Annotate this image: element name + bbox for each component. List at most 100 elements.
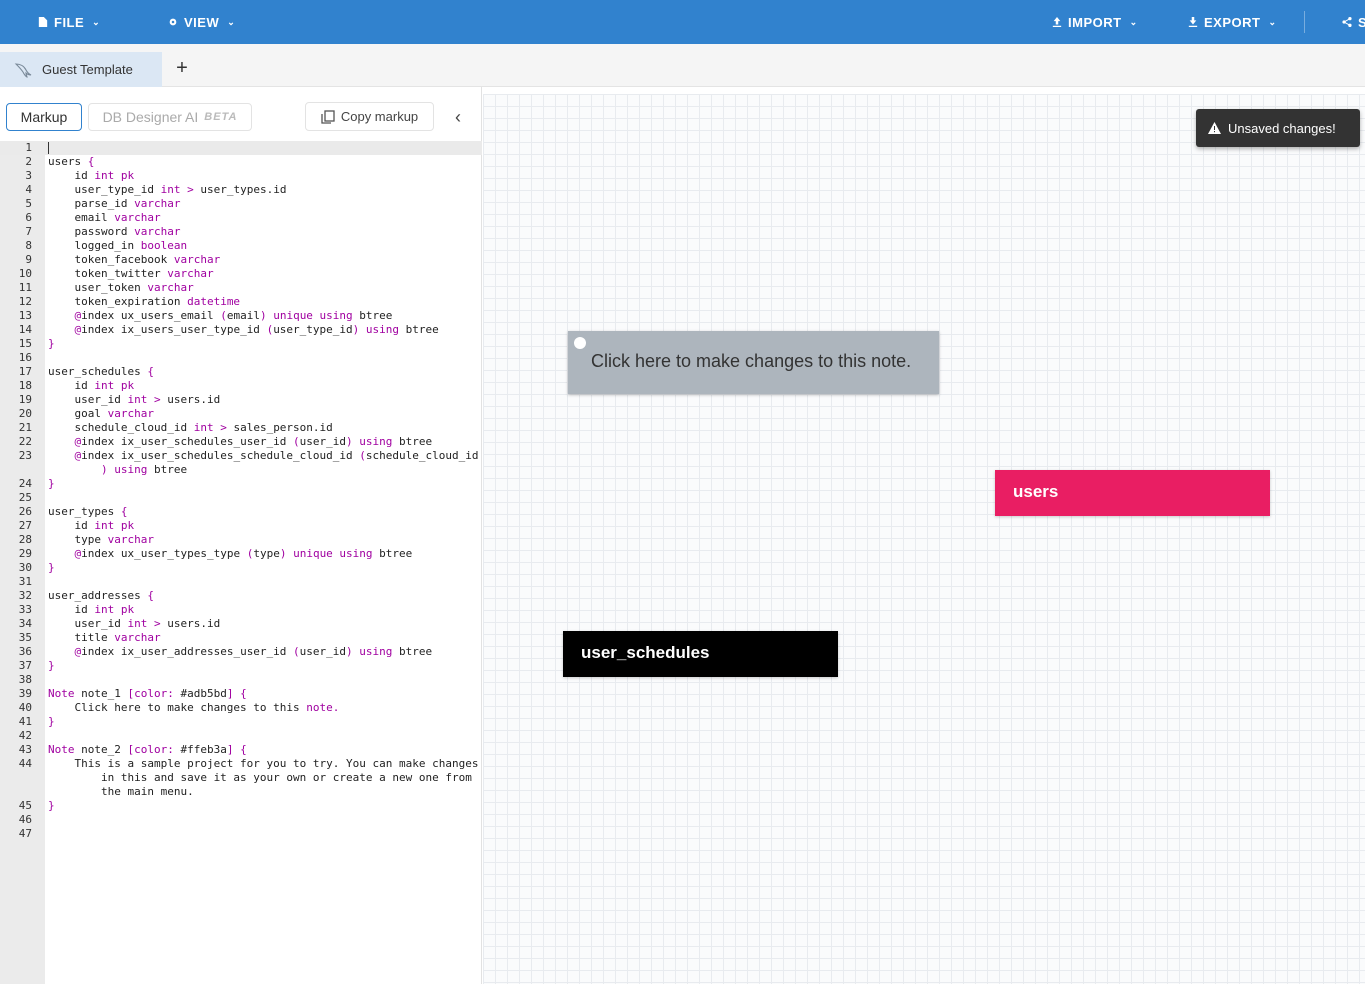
code-text: } <box>48 659 55 672</box>
code-line[interactable]: in this and save it as your own or creat… <box>0 771 482 785</box>
export-menu[interactable]: EXPORT ⌄ <box>1188 0 1277 44</box>
code-line[interactable]: 15} <box>0 337 482 351</box>
code-line[interactable]: the main menu. <box>0 785 482 799</box>
code-line[interactable]: 36 @index ix_user_addresses_user_id (use… <box>0 645 482 659</box>
code-line[interactable]: 26 user_types { <box>0 505 482 519</box>
code-line[interactable]: 28 type varchar <box>0 533 482 547</box>
code-line[interactable]: 37} <box>0 659 482 673</box>
file-menu[interactable]: FILE ⌄ <box>38 0 100 44</box>
line-number: 35 <box>18 631 32 644</box>
code-line[interactable]: 34 user_id int > users.id <box>0 617 482 631</box>
tab-label: Guest Template <box>42 62 133 77</box>
share-menu[interactable]: S <box>1342 0 1365 44</box>
chevron-down-icon: ⌄ <box>227 16 236 27</box>
code-line[interactable]: 41} <box>0 715 482 729</box>
code-line[interactable]: 5 parse_id varchar <box>0 197 482 211</box>
line-number: 10 <box>18 267 32 280</box>
code-line[interactable]: 27 id int pk <box>0 519 482 533</box>
code-line[interactable]: 10 token_twitter varchar <box>0 267 482 281</box>
note-card[interactable]: Click here to make changes to this note. <box>568 331 939 394</box>
line-number: 4 <box>25 183 32 196</box>
line-number: 13 <box>18 309 32 322</box>
add-tab-button[interactable]: + <box>172 56 192 80</box>
code-text: title varchar <box>48 631 161 644</box>
view-menu[interactable]: VIEW ⌄ <box>168 0 235 44</box>
diagram-canvas[interactable]: Click here to make changes to this note.… <box>483 94 1365 984</box>
line-number: 45 <box>18 799 32 812</box>
line-number: 41 <box>18 715 32 728</box>
code-line[interactable]: ) using btree <box>0 463 482 477</box>
note-handle-icon[interactable] <box>574 337 586 349</box>
code-line[interactable]: 12 token_expiration datetime <box>0 295 482 309</box>
code-line[interactable]: 29 @index ux_user_types_type (type) uniq… <box>0 547 482 561</box>
code-editor[interactable]: 1 2 users {3 id int pk 4 user_type_id int >… <box>0 141 482 984</box>
code-line[interactable]: 2 users { <box>0 155 482 169</box>
code-line[interactable]: 43 Note note_2 [color: #ffeb3a] { <box>0 743 482 757</box>
code-line[interactable]: 21 schedule_cloud_id int > sales_person.… <box>0 421 482 435</box>
export-menu-label: EXPORT <box>1204 14 1261 30</box>
markup-tab-button[interactable]: Markup <box>6 103 82 131</box>
markup-toolbar: Markup DB Designer AI BETA Copy markup ‹ <box>0 87 482 141</box>
code-text: @index ux_users_email (email) unique usi… <box>74 309 393 322</box>
code-text: email varchar <box>48 211 161 224</box>
ai-tab-button[interactable]: DB Designer AI BETA <box>88 103 252 131</box>
code-line[interactable]: 13 @index ux_users_email (email) unique … <box>0 309 482 323</box>
code-line[interactable]: 46 <box>0 813 482 827</box>
code-line[interactable]: 22 @index ix_user_schedules_user_id (use… <box>0 435 482 449</box>
code-line[interactable]: 31 <box>0 575 482 589</box>
code-line[interactable]: 47 <box>0 827 482 841</box>
code-line[interactable]: 24} <box>0 477 482 491</box>
code-line[interactable]: 42 <box>0 729 482 743</box>
code-line[interactable]: 20 goal varchar <box>0 407 482 421</box>
line-number: 27 <box>18 519 32 532</box>
chevron-down-icon: ⌄ <box>1129 16 1138 27</box>
code-line[interactable]: 3 id int pk <box>0 169 482 183</box>
table-user-schedules[interactable]: user_schedules <box>563 631 838 677</box>
code-line[interactable]: 32 user_addresses { <box>0 589 482 603</box>
code-text: } <box>48 561 55 574</box>
collapse-panel-button[interactable]: ‹ <box>450 105 466 129</box>
code-line[interactable]: 23 @index ix_user_schedules_schedule_clo… <box>0 449 482 463</box>
line-number: 39 <box>18 687 32 700</box>
code-line[interactable]: 30} <box>0 561 482 575</box>
table-users[interactable]: users <box>995 470 1270 516</box>
code-line[interactable]: 17 user_schedules { <box>0 365 482 379</box>
code-line[interactable]: 1 <box>0 141 482 155</box>
import-menu[interactable]: IMPORT ⌄ <box>1052 0 1138 44</box>
code-line[interactable]: 19 user_id int > users.id <box>0 393 482 407</box>
line-number: 21 <box>18 421 32 434</box>
code-text <box>48 141 49 155</box>
code-line[interactable]: 16 <box>0 351 482 365</box>
line-number: 11 <box>18 281 32 294</box>
code-line[interactable]: 33 id int pk <box>0 603 482 617</box>
line-number: 36 <box>18 645 32 658</box>
code-text: parse_id varchar <box>48 197 181 210</box>
line-number: 24 <box>18 477 32 490</box>
line-number: 29 <box>18 547 32 560</box>
code-line[interactable]: 9 token_facebook varchar <box>0 253 482 267</box>
code-text: } <box>48 799 55 812</box>
code-line[interactable]: 44 This is a sample project for you to t… <box>0 757 482 771</box>
code-line[interactable]: 18 id int pk <box>0 379 482 393</box>
copy-markup-button[interactable]: Copy markup <box>305 102 434 131</box>
code-line[interactable]: 4 user_type_id int > user_types.id <box>0 183 482 197</box>
tab-guest-template[interactable]: Guest Template <box>0 52 162 87</box>
download-icon <box>1188 17 1198 27</box>
code-line[interactable]: 8 logged_in boolean <box>0 239 482 253</box>
code-line[interactable]: 14 @index ix_users_user_type_id (user_ty… <box>0 323 482 337</box>
ai-tab-label: DB Designer AI <box>102 109 199 125</box>
code-line[interactable]: 35 title varchar <box>0 631 482 645</box>
code-line[interactable]: 11 user_token varchar <box>0 281 482 295</box>
code-line[interactable]: 7 password varchar <box>0 225 482 239</box>
code-line[interactable]: 38 <box>0 673 482 687</box>
code-line[interactable]: 45} <box>0 799 482 813</box>
code-line[interactable]: 40 Click here to make changes to this no… <box>0 701 482 715</box>
line-number: 42 <box>18 729 32 742</box>
file-menu-label: FILE <box>54 14 85 30</box>
copy-markup-label: Copy markup <box>340 109 419 124</box>
code-line[interactable]: 25 <box>0 491 482 505</box>
line-number: 14 <box>18 323 32 336</box>
line-number: 31 <box>18 575 32 588</box>
code-line[interactable]: 6 email varchar <box>0 211 482 225</box>
code-line[interactable]: 39 Note note_1 [color: #adb5bd] { <box>0 687 482 701</box>
